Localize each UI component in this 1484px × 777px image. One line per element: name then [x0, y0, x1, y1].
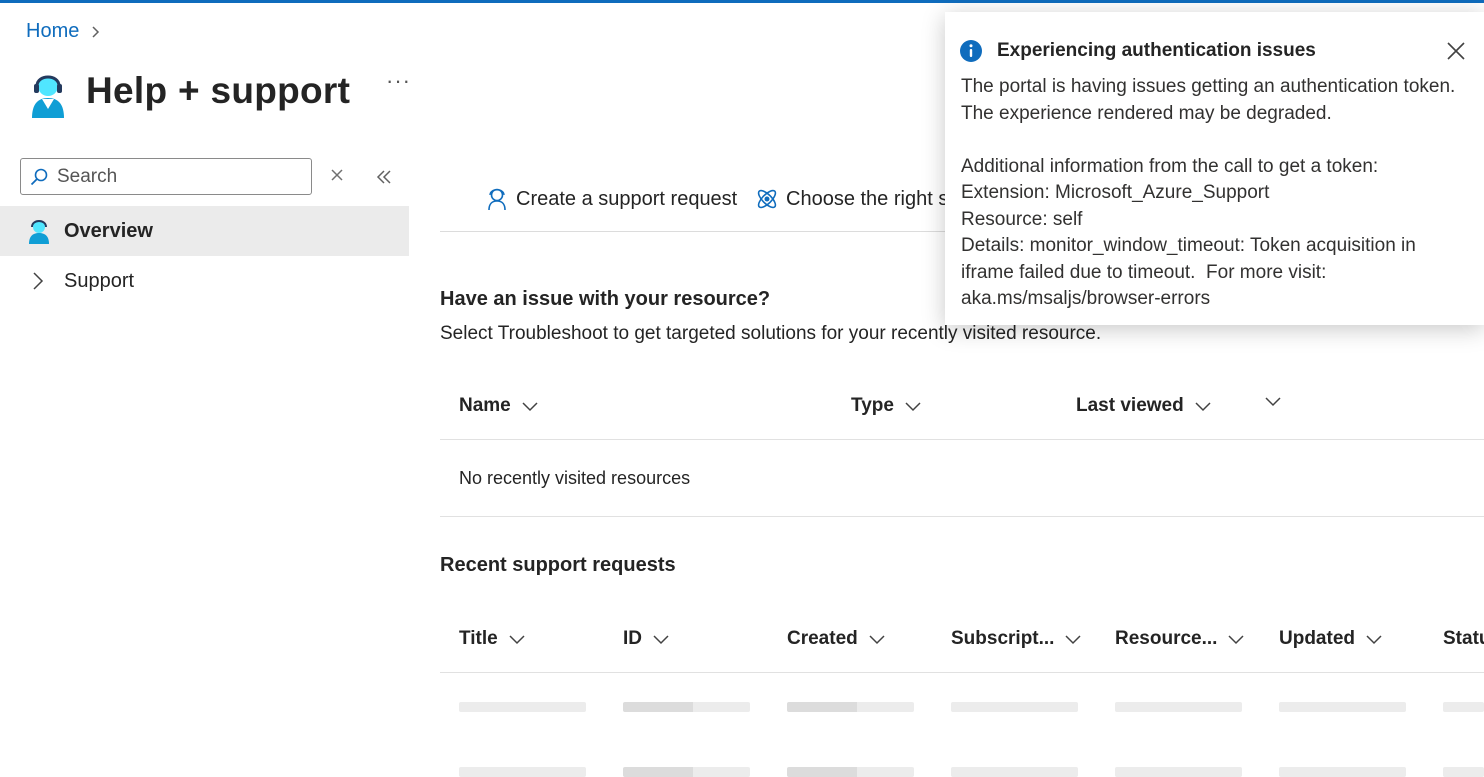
skeleton-cell: [1279, 767, 1406, 777]
column-header-status[interactable]: Statu: [1443, 628, 1484, 650]
atom-icon: [757, 189, 777, 209]
skeleton-cell: [951, 767, 1078, 777]
column-header-last-viewed[interactable]: Last viewed: [1076, 395, 1212, 417]
chevron-down-icon: [509, 635, 525, 645]
divider: [440, 439, 1484, 440]
chevron-down-icon: [522, 402, 538, 412]
chevron-down-icon: [1366, 635, 1382, 645]
collapse-sidebar-icon[interactable]: [374, 168, 394, 186]
choose-right-support-button[interactable]: Choose the right s: [754, 180, 948, 218]
column-header-label: Title: [459, 628, 498, 649]
skeleton-cell: [951, 702, 1078, 712]
clear-search-icon[interactable]: [328, 166, 346, 184]
skeleton-cell: [1443, 702, 1484, 712]
support-agent-icon: [29, 220, 49, 244]
notification-details-intro: Additional information from the call to …: [961, 155, 1379, 177]
column-header-label: Name: [459, 395, 511, 416]
sidebar-item-label: Support: [64, 269, 135, 292]
column-header-label: Type: [851, 395, 894, 416]
notification-details: Details: monitor_window_timeout: Token a…: [961, 235, 1422, 309]
search-input[interactable]: [57, 165, 297, 188]
skeleton-cell: [1443, 767, 1484, 777]
notification-resource: Resource: self: [961, 208, 1083, 230]
breadcrumb-home-link[interactable]: Home: [26, 20, 79, 43]
skeleton-cell: [1279, 702, 1406, 712]
column-header-title[interactable]: Title: [459, 628, 526, 650]
skeleton-cell: [623, 767, 750, 777]
column-header-label: ID: [623, 628, 642, 649]
close-icon[interactable]: [1445, 40, 1467, 62]
column-header-unlabeled[interactable]: [1254, 395, 1282, 407]
info-icon: [960, 40, 982, 62]
chevron-down-icon: [1065, 635, 1081, 645]
top-accent-bar: [0, 0, 1484, 3]
column-header-label: Last viewed: [1076, 395, 1184, 416]
notification-extension: Extension: Microsoft_Azure_Support: [961, 182, 1270, 203]
resources-heading: Have an issue with your resource?: [440, 288, 771, 310]
sidebar-item-overview[interactable]: Overview: [0, 206, 409, 256]
search-icon: [30, 168, 48, 185]
skeleton-cell: [1115, 767, 1242, 777]
chevron-down-icon: [1265, 397, 1281, 407]
chevron-down-icon: [905, 402, 921, 412]
sidebar-item-support[interactable]: Support: [0, 256, 409, 306]
chevron-down-icon: [653, 635, 669, 645]
divider: [440, 672, 1484, 673]
sidebar-item-label: Overview: [64, 219, 153, 242]
column-header-label: Created: [787, 628, 858, 649]
column-header-resource[interactable]: Resource...: [1115, 628, 1245, 650]
notification-title: Experiencing authentication issues: [997, 40, 1316, 61]
chevron-down-icon: [1195, 402, 1211, 412]
column-header-label: Statu: [1443, 628, 1484, 649]
person-support-icon: [488, 188, 506, 211]
create-support-request-button[interactable]: Create a support request: [484, 180, 737, 218]
requests-heading: Recent support requests: [440, 554, 676, 576]
column-header-type[interactable]: Type: [851, 395, 922, 417]
notification-message: The portal is having issues getting an a…: [961, 76, 1461, 124]
column-header-subscription[interactable]: Subscript...: [951, 628, 1082, 650]
support-agent-icon: [32, 75, 64, 118]
auth-issue-notification: Experiencing authentication issues The p…: [945, 12, 1484, 325]
notification-body: The portal is having issues getting an a…: [961, 74, 1461, 313]
more-options-button[interactable]: ···: [386, 68, 411, 94]
resources-description: Select Troubleshoot to get targeted solu…: [440, 323, 1102, 344]
divider: [440, 516, 1484, 517]
skeleton-cell: [459, 702, 586, 712]
page-header: Help + support: [26, 62, 350, 120]
column-header-label: Resource...: [1115, 628, 1218, 649]
chevron-down-icon: [1228, 635, 1244, 645]
skeleton-cell: [1115, 702, 1242, 712]
skeleton-cell: [787, 702, 914, 712]
choose-right-support-label: Choose the right s: [786, 187, 949, 210]
skeleton-cell: [787, 767, 914, 777]
create-support-request-label: Create a support request: [516, 187, 738, 210]
empty-state-text: No recently visited resources: [459, 468, 691, 488]
chevron-down-icon: [869, 635, 885, 645]
column-header-name[interactable]: Name: [459, 395, 539, 417]
breadcrumb: Home: [26, 20, 103, 43]
search-box[interactable]: [20, 158, 312, 195]
page-title: Help + support: [86, 70, 351, 111]
column-header-created[interactable]: Created: [787, 628, 886, 650]
skeleton-cell: [623, 702, 750, 712]
column-header-label: Subscript...: [951, 628, 1055, 649]
skeleton-cell: [459, 767, 586, 777]
chevron-right-icon: [33, 272, 44, 290]
column-header-label: Updated: [1279, 628, 1355, 649]
column-header-updated[interactable]: Updated: [1279, 628, 1383, 650]
column-header-id[interactable]: ID: [623, 628, 670, 650]
chevron-right-icon: [92, 25, 100, 38]
